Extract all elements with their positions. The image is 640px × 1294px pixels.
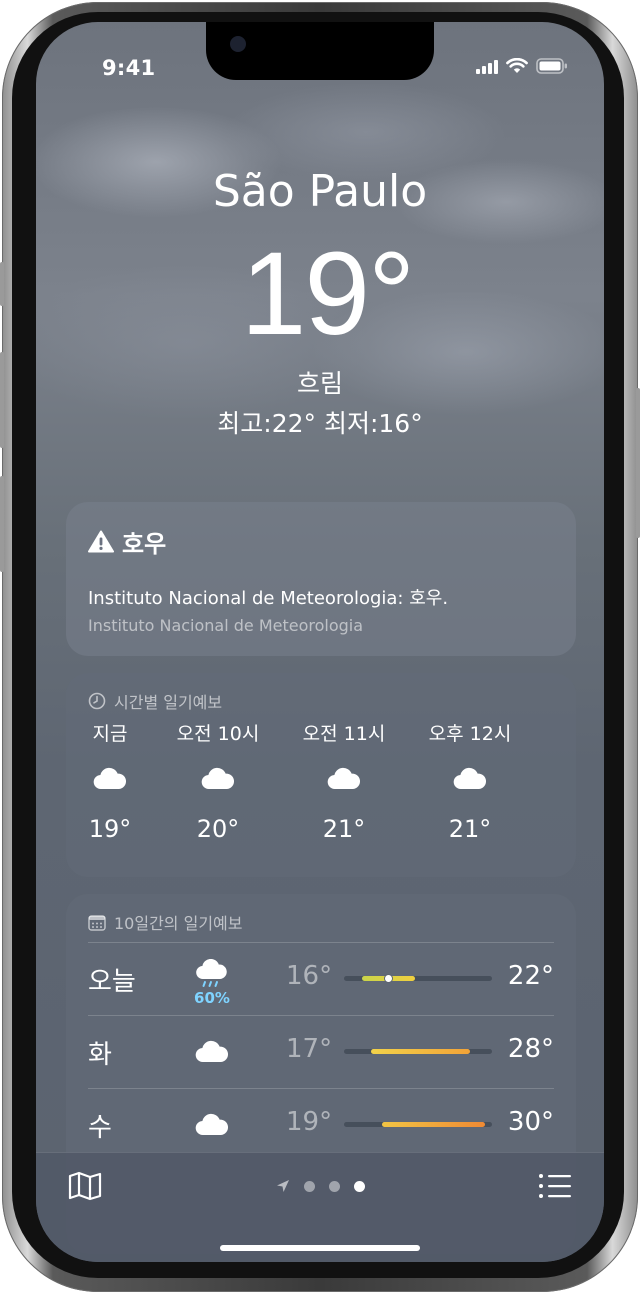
cellular-signal-icon [476,58,498,74]
hour-label: 오전 10시 [176,723,260,745]
hour-label: 오후 [541,719,576,743]
severe-weather-alert-card[interactable]: 호우 Instituto Nacional de Meteorologia: 호… [66,502,576,656]
temperature-range-fill [382,1122,485,1127]
forecast-row-tue[interactable]: 화 17° 28° [88,1015,554,1089]
hour-item: 지금 19° [66,719,165,843]
hourly-forecast-header: 시간별 일기예보 [88,689,222,713]
page-dot [328,1180,340,1192]
page-dot [353,1180,365,1192]
precipitation-chance: 60% [194,989,230,1007]
status-time: 9:41 [102,56,156,80]
calendar-icon [88,914,106,931]
wifi-icon [506,58,528,73]
forecast-day: 오늘 [88,967,136,997]
volume-up-button [0,352,4,448]
cloud-icon [453,767,487,790]
page-indicator[interactable] [36,1179,604,1193]
cloud-icon [201,767,235,790]
hour-temperature: 20° [196,815,240,843]
temperature-range-bar [344,974,492,983]
forecast-high: 30° [507,1107,554,1137]
volume-down-button [0,476,4,572]
ten-day-forecast-header: 10일간의 일기예보 [88,910,243,934]
page-dot [303,1180,315,1192]
cloud-icon [195,1040,229,1063]
front-camera [230,36,246,52]
home-indicator[interactable] [220,1245,420,1251]
hour-temperature: 21° [448,815,492,843]
hour-label: 지금 [92,723,128,745]
current-temperature-marker [384,974,394,983]
notch [206,22,434,80]
hour-item: 오후 2 [541,719,576,843]
forecast-day: 화 [88,1040,112,1070]
hour-temperature: 21° [322,815,366,843]
alert-source: Instituto Nacional de Meteorologia [88,616,364,635]
current-condition: 흐림 [296,369,343,398]
forecast-low: 16° [286,961,333,991]
cloud-icon [195,1113,229,1136]
forecast-high: 22° [507,961,554,991]
ten-day-forecast-title: 10일간의 일기예보 [114,914,243,933]
hour-label: 오후 12시 [428,723,512,745]
bottom-toolbar [36,1152,604,1262]
forecast-high: 28° [507,1034,554,1064]
alert-body: Instituto Nacional de Meteorologia: 호우. [88,588,449,609]
city-name: São Paulo [212,166,428,217]
silent-switch [0,262,4,306]
hour-item: 오후 12시 21° [415,719,525,843]
hour-temperature: 2 [541,815,576,843]
status-icons [476,58,568,74]
temperature-range-bar [344,1122,492,1127]
clock-icon [88,692,106,710]
hour-item: 오전 10시 20° [163,719,273,843]
high-low-temperature: 최고:22° 최저:16° [217,409,423,438]
alert-title: 호우 [88,524,166,559]
hourly-forecast-card[interactable]: 시간별 일기예보 지금 19° 오전 10시 20° 오전 11시 21° 오후… [66,673,576,877]
city-list-button[interactable] [538,1173,572,1203]
cloud-icon [93,767,127,790]
current-temperature: 19° [240,228,415,360]
hourly-forecast-title: 시간별 일기예보 [114,693,223,712]
hour-item: 오전 11시 21° [289,719,399,843]
battery-icon [536,58,567,74]
warning-triangle-icon [88,530,114,553]
cloud-rain-icon [196,958,227,987]
forecast-day: 수 [88,1113,112,1143]
hour-temperature: 19° [88,815,132,843]
forecast-low: 19° [286,1107,333,1137]
power-button [636,388,640,538]
forecast-row-today[interactable]: 오늘 60% 16° 22° [88,942,554,1016]
cloud-icon [327,767,361,790]
weather-screen: 9:41 São Paulo 19° 흐림 최고:22° 최저:16° 호우 I… [36,22,604,1262]
location-arrow-icon [276,1180,289,1192]
forecast-low: 17° [286,1034,333,1064]
forecast-row-wed[interactable]: 수 19° 30° [88,1088,554,1162]
hour-label: 오전 11시 [302,723,386,745]
temperature-range-bar [344,1049,492,1054]
list-icon [539,1174,571,1198]
temperature-range-fill [370,1049,470,1054]
alert-title-text: 호우 [122,530,167,558]
